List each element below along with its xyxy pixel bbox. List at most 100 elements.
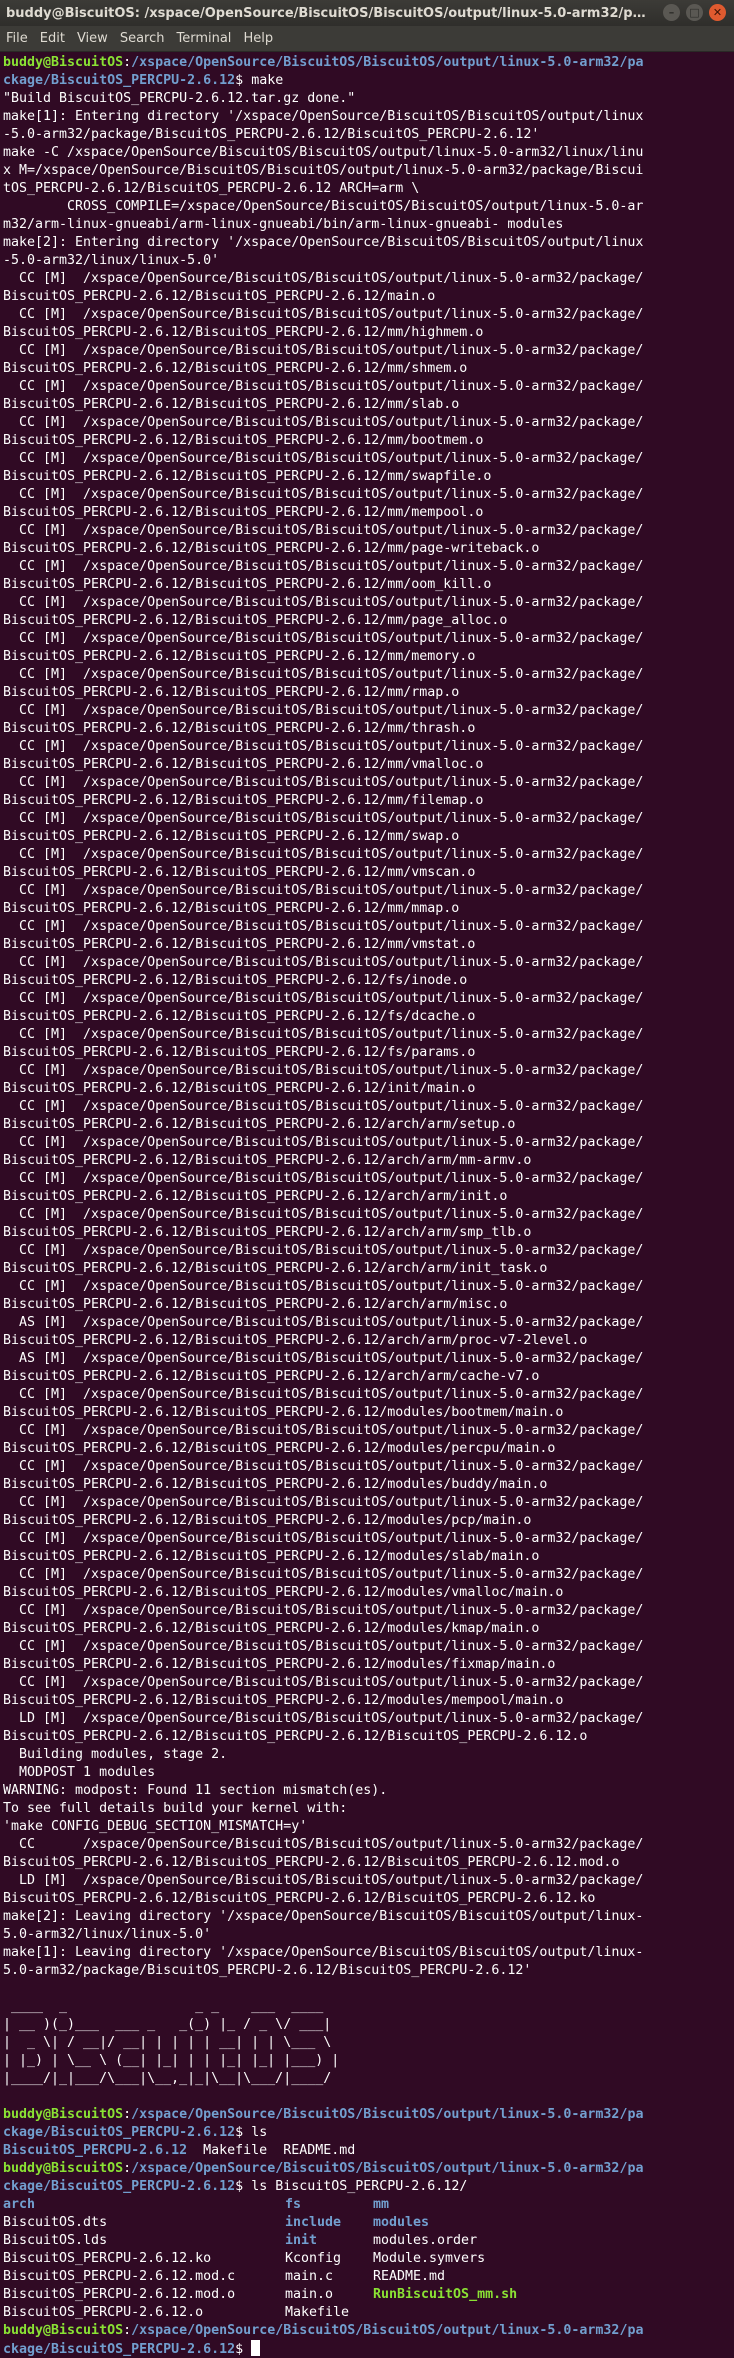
output-text: BiscuitOS_PERCPU-2.6.12/BiscuitOS_PERCPU… [3,649,476,664]
output-text: CC [M] /xspace/OpenSource/BiscuitOS/Bisc… [3,1603,644,1618]
close-icon[interactable]: ✕ [709,4,726,21]
output-line: make[2]: Leaving directory '/xspace/Open… [3,1908,730,1926]
ascii-art-text: | |_) | \__ \ (__| |_| | | |_| |_| |___)… [3,2053,340,2068]
ascii-art-line: | |_) | \__ \ (__| |_| | | |_| |_| |___)… [3,2052,730,2070]
output-text: CC [M] /xspace/OpenSource/BiscuitOS/Bisc… [3,883,644,898]
maximize-icon[interactable]: □ [686,4,703,21]
output-text: CC [M] /xspace/OpenSource/BiscuitOS/Bisc… [3,1387,644,1402]
output-line: CC [M] /xspace/OpenSource/BiscuitOS/Bisc… [3,1098,730,1116]
ascii-art-line: | __ )(_)___ ___ _ _(_) |_ / _ \/ ___| [3,2016,730,2034]
window-titlebar[interactable]: buddy@BiscuitOS: /xspace/OpenSource/Bisc… [0,0,734,26]
output-line: CC [M] /xspace/OpenSource/BiscuitOS/Bisc… [3,1206,730,1224]
output-text: CC [M] /xspace/OpenSource/BiscuitOS/Bisc… [3,415,644,430]
output-line: Building modules, stage 2. [3,1746,730,1764]
output-line: BiscuitOS_PERCPU-2.6.12/BiscuitOS_PERCPU… [3,576,730,594]
output-text: LD [M] /xspace/OpenSource/BiscuitOS/Bisc… [3,1873,644,1888]
ls-entry: Makefile [285,2305,350,2320]
output-line: BiscuitOS_PERCPU-2.6.12/BiscuitOS_PERCPU… [3,1620,730,1638]
output-text: BiscuitOS_PERCPU-2.6.12/BiscuitOS_PERCPU… [3,1477,548,1492]
output-line: AS [M] /xspace/OpenSource/BiscuitOS/Bisc… [3,1350,730,1368]
output-line: BiscuitOS_PERCPU-2.6.12/BiscuitOS_PERCPU… [3,1044,730,1062]
output-text: BiscuitOS_PERCPU-2.6.12/BiscuitOS_PERCPU… [3,541,540,556]
output-text: BiscuitOS_PERCPU-2.6.12/BiscuitOS_PERCPU… [3,361,468,376]
prompt-line: ckage/BiscuitOS_PERCPU-2.6.12$ ls Biscui… [3,2178,730,2196]
output-line: CC [M] /xspace/OpenSource/BiscuitOS/Bisc… [3,810,730,828]
output-line: CC [M] /xspace/OpenSource/BiscuitOS/Bisc… [3,1134,730,1152]
menu-view[interactable]: View [77,31,108,46]
output-line: BiscuitOS_PERCPU-2.6.12/BiscuitOS_PERCPU… [3,936,730,954]
output-text: BiscuitOS_PERCPU-2.6.12/BiscuitOS_PERCPU… [3,1009,476,1024]
terminal-output[interactable]: buddy@BiscuitOS: /xspace/OpenSource/Biscu… [0,52,734,2357]
output-line: BiscuitOS_PERCPU-2.6.12/BiscuitOS_PERCPU… [3,1512,730,1530]
prompt-path: /xspace/OpenSource/BiscuitOS/BiscuitOS/o… [131,2323,644,2338]
prompt-user-host: buddy@BiscuitOS [3,55,124,70]
output-text: BiscuitOS_PERCPU-2.6.12/BiscuitOS_PERCPU… [3,1549,540,1564]
ls-entry: BiscuitOS.lds [3,2233,108,2248]
output-text: BiscuitOS_PERCPU-2.6.12/BiscuitOS_PERCPU… [3,1693,564,1708]
ls-row: BiscuitOS_PERCPU-2.6.12.mod.o main.o RunBi… [3,2286,730,2304]
output-line: BiscuitOS_PERCPU-2.6.12/BiscuitOS_PERCPU… [3,1728,730,1746]
output-text: BiscuitOS_PERCPU-2.6.12/BiscuitOS_PERCPU… [3,1891,596,1906]
ls-entry: BiscuitOS_PERCPU-2.6.12.o [3,2305,204,2320]
output-line: CC [M] /xspace/OpenSource/BiscuitOS/Bisc… [3,1674,730,1692]
output-text: CC [M] /xspace/OpenSource/BiscuitOS/Bisc… [3,1027,644,1042]
prompt-path: /xspace/OpenSource/BiscuitOS/BiscuitOS/o… [131,55,644,70]
output-line: CC [M] /xspace/OpenSource/BiscuitOS/Bisc… [3,990,730,1008]
prompt-line: buddy@BiscuitOS:/xspace/OpenSource/Biscu… [3,54,730,72]
menu-file[interactable]: File [6,31,28,46]
output-text: BiscuitOS_PERCPU-2.6.12/BiscuitOS_PERCPU… [3,1189,508,1204]
output-text: BiscuitOS_PERCPU-2.6.12/BiscuitOS_PERCPU… [3,1855,620,1870]
prompt-line: ckage/BiscuitOS_PERCPU-2.6.12$ [3,2340,730,2358]
output-text: BiscuitOS_PERCPU-2.6.12/BiscuitOS_PERCPU… [3,1369,540,1384]
ascii-art-text [3,2089,339,2104]
minimize-icon[interactable]: – [663,4,680,21]
output-text: make[2]: Entering directory '/xspace/Ope… [3,235,644,250]
output-text: CC [M] /xspace/OpenSource/BiscuitOS/Bisc… [3,919,644,934]
output-text: CC [M] /xspace/OpenSource/BiscuitOS/Bisc… [3,1279,644,1294]
output-text: CC /xspace/OpenSource/BiscuitOS/BiscuitO… [3,1837,644,1852]
output-line: make[1]: Leaving directory '/xspace/Open… [3,1944,730,1962]
output-line: CC [M] /xspace/OpenSource/BiscuitOS/Bisc… [3,738,730,756]
output-line: CC /xspace/OpenSource/BiscuitOS/BiscuitO… [3,1836,730,1854]
output-line: BiscuitOS_PERCPU-2.6.12/BiscuitOS_PERCPU… [3,396,730,414]
ls-entry: mm [373,2197,390,2212]
output-line: x M=/xspace/OpenSource/BiscuitOS/Biscuit… [3,162,730,180]
output-line: CC [M] /xspace/OpenSource/BiscuitOS/Bisc… [3,594,730,612]
output-line: CC [M] /xspace/OpenSource/BiscuitOS/Bisc… [3,486,730,504]
menu-search[interactable]: Search [120,31,165,46]
output-line: m32/arm-linux-gnueabi/arm-linux-gnueabi/… [3,216,730,234]
ls-entry: fs [285,2197,302,2212]
output-text: CC [M] /xspace/OpenSource/BiscuitOS/Bisc… [3,1063,644,1078]
ls-entry: README.md [373,2269,446,2284]
menu-help[interactable]: Help [243,31,273,46]
window-title: buddy@BiscuitOS: /xspace/OpenSource/Bisc… [6,5,682,21]
ls-entry: main.o [285,2287,334,2302]
output-line: BiscuitOS_PERCPU-2.6.12/BiscuitOS_PERCPU… [3,1080,730,1098]
output-line: BiscuitOS_PERCPU-2.6.12/BiscuitOS_PERCPU… [3,720,730,738]
output-text: WARNING: modpost: Found 11 section misma… [3,1783,388,1798]
output-text: CC [M] /xspace/OpenSource/BiscuitOS/Bisc… [3,1495,644,1510]
output-line: BiscuitOS_PERCPU-2.6.12/BiscuitOS_PERCPU… [3,288,730,306]
ls-entry: RunBiscuitOS_mm.sh [373,2287,518,2302]
output-text: CC [M] /xspace/OpenSource/BiscuitOS/Bisc… [3,307,644,322]
output-text: make[1]: Leaving directory '/xspace/Open… [3,1945,644,1960]
output-line: BiscuitOS_PERCPU-2.6.12/BiscuitOS_PERCPU… [3,1854,730,1872]
menu-edit[interactable]: Edit [40,31,65,46]
ls-entry: BiscuitOS_PERCPU-2.6.12.ko [3,2251,212,2266]
menu-terminal[interactable]: Terminal [176,31,231,46]
prompt-dollar: $ [235,73,252,88]
output-line: BiscuitOS_PERCPU-2.6.12/BiscuitOS_PERCPU… [3,1332,730,1350]
prompt-colon: : [123,2161,132,2176]
output-text: BiscuitOS_PERCPU-2.6.12/BiscuitOS_PERCPU… [3,973,468,988]
output-line: CC [M] /xspace/OpenSource/BiscuitOS/Bisc… [3,270,730,288]
output-text: MODPOST 1 modules [3,1765,156,1780]
output-line: BiscuitOS_PERCPU-2.6.12/BiscuitOS_PERCPU… [3,1224,730,1242]
output-text: BiscuitOS_PERCPU-2.6.12/BiscuitOS_PERCPU… [3,469,492,484]
output-line: CC [M] /xspace/OpenSource/BiscuitOS/Bisc… [3,1386,730,1404]
output-text: BiscuitOS_PERCPU-2.6.12/BiscuitOS_PERCPU… [3,505,484,520]
command-text: ls BiscuitOS_PERCPU-2.6.12/ [251,2179,468,2194]
output-line: CC [M] /xspace/OpenSource/BiscuitOS/Bisc… [3,954,730,972]
output-line: BiscuitOS_PERCPU-2.6.12/BiscuitOS_PERCPU… [3,1296,730,1314]
ascii-art-line [3,2088,730,2106]
prompt-line: buddy@BiscuitOS:/xspace/OpenSource/Biscu… [3,2106,730,2124]
